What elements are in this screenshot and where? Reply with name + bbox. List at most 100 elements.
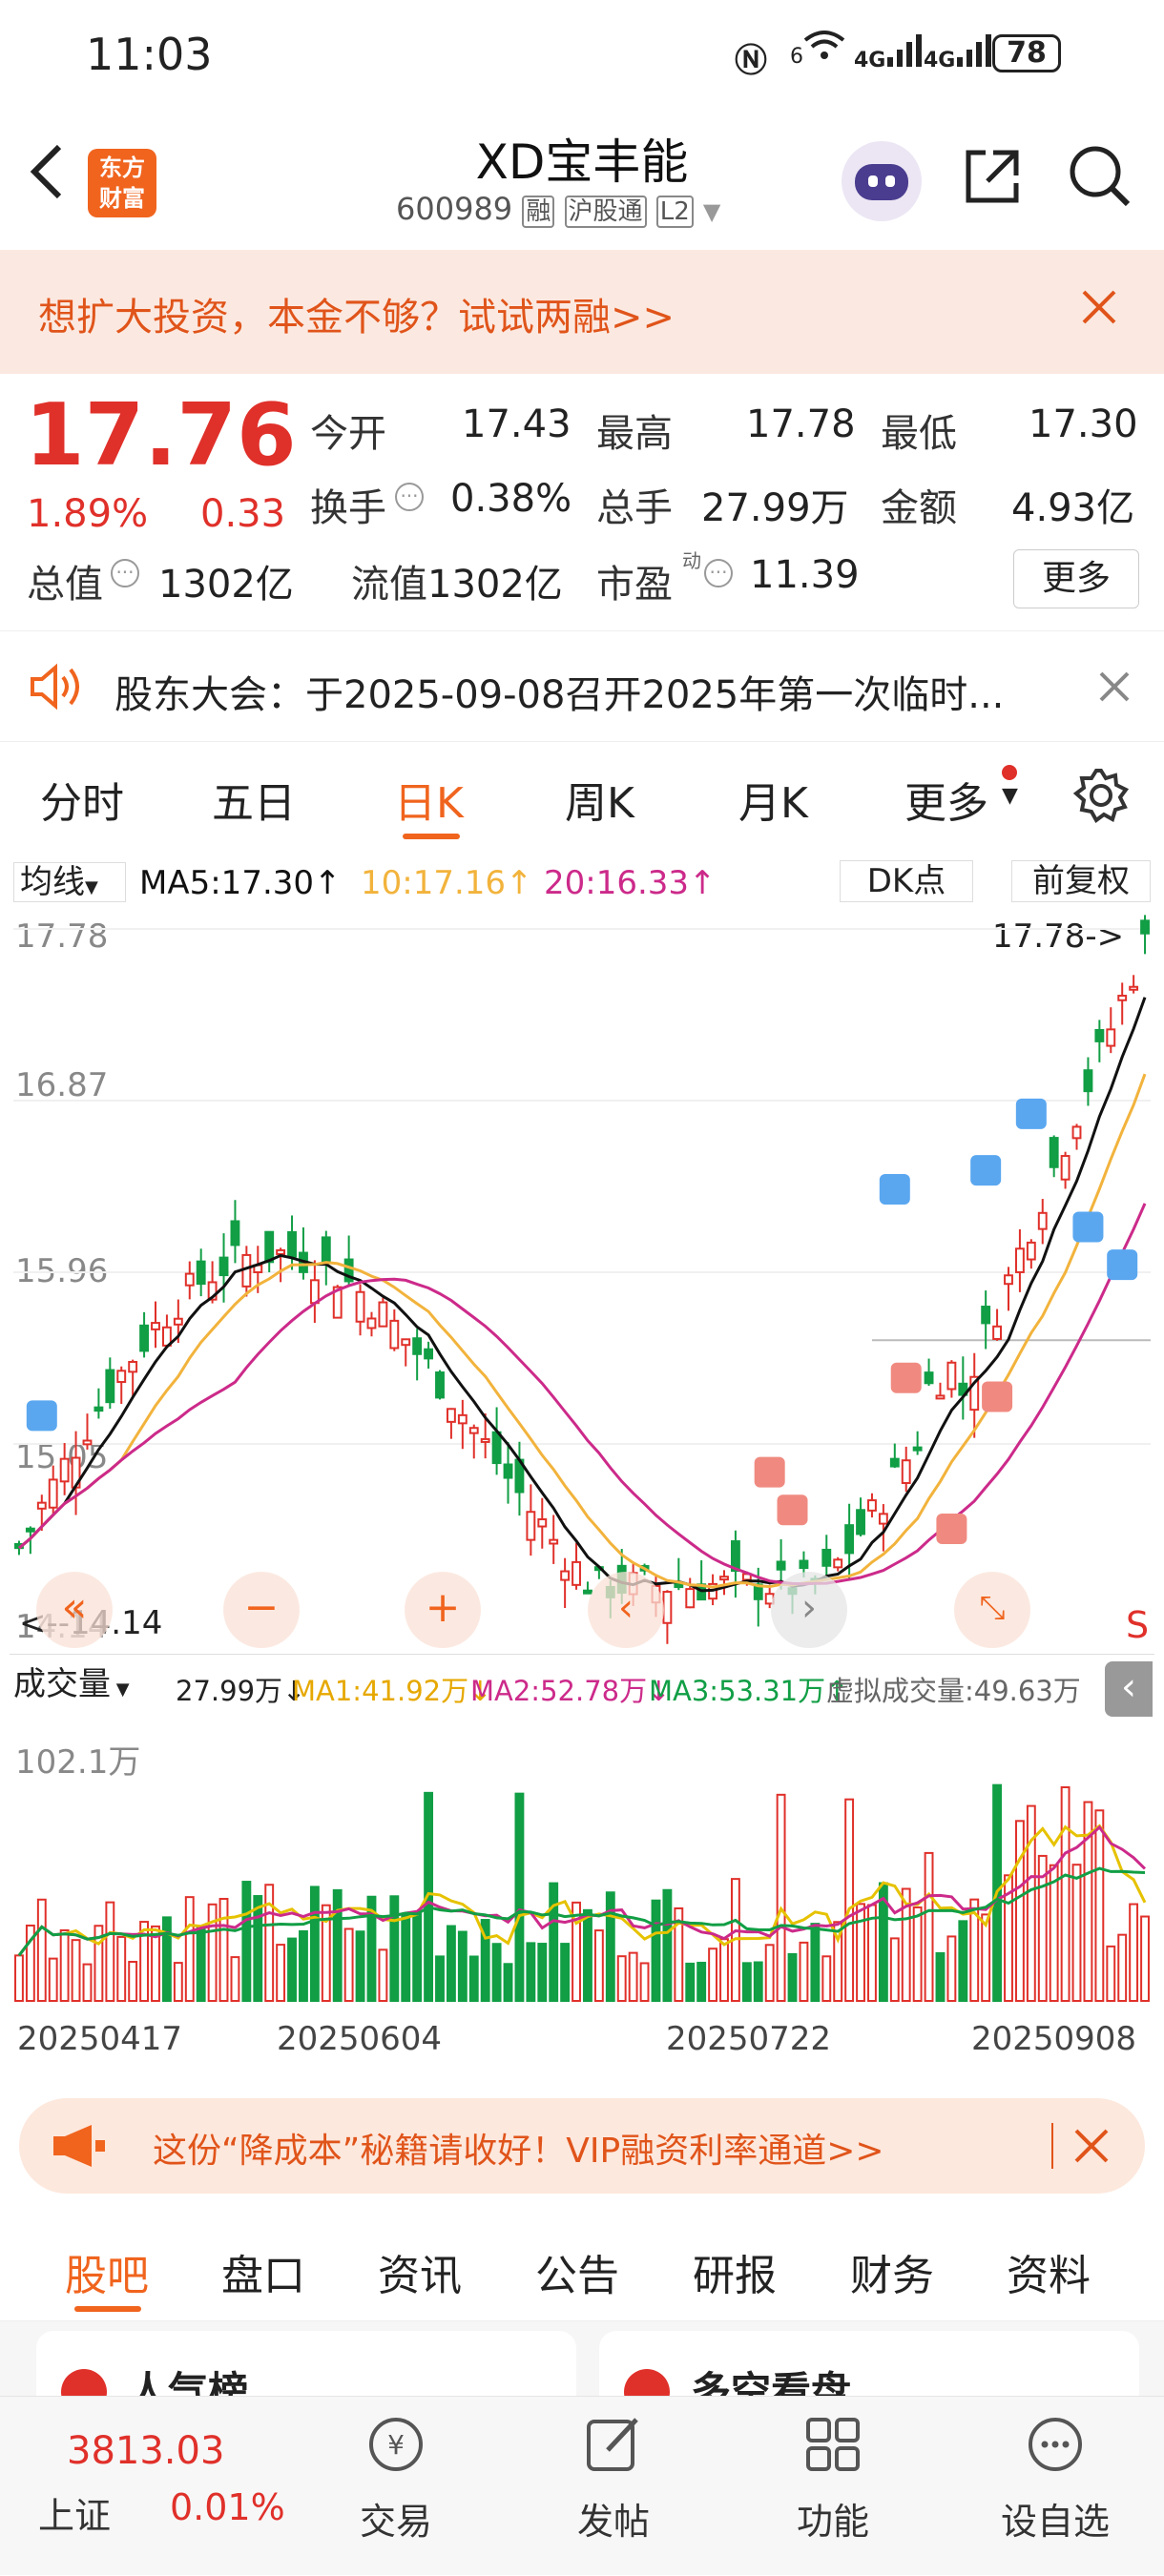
app-logo[interactable]: 东方 财富	[88, 149, 156, 217]
volume-bar	[48, 1957, 58, 2003]
svg-text:¥: ¥	[387, 2429, 405, 2461]
volume-plot[interactable]	[13, 1719, 1151, 2020]
popularity-card[interactable]: 人气榜	[36, 2331, 576, 2396]
change-amount: 0.33	[200, 492, 286, 536]
candle-body	[1106, 1028, 1116, 1047]
kline-plot[interactable]	[13, 910, 1151, 1682]
tab-order-book[interactable]: 盘口	[221, 2241, 305, 2302]
tab-daily-k[interactable]: 日K	[394, 769, 464, 830]
volume-bar	[912, 1906, 923, 2002]
close-icon[interactable]	[1072, 2127, 1111, 2169]
candle-body	[25, 1527, 35, 1533]
candle-body	[924, 1371, 934, 1385]
info-icon[interactable]: ···	[111, 559, 139, 587]
volume-bar	[491, 1943, 502, 2002]
candle-body	[1037, 1211, 1048, 1230]
volume-bar	[457, 1930, 468, 2002]
volume-bar	[264, 1884, 275, 2002]
volume-bar	[1049, 1864, 1059, 2002]
tab-finance[interactable]: 财务	[850, 2241, 934, 2302]
tag-l2: L2	[655, 196, 694, 228]
vol-ma2-readout: MA2:52.78万↓	[470, 1675, 671, 1707]
volume-bar	[412, 1912, 423, 2003]
open-value: 17.43	[462, 402, 572, 446]
rewind-button[interactable]: «	[36, 1572, 113, 1648]
ma-selector[interactable]: 均线▼	[13, 862, 126, 902]
info-icon[interactable]: ···	[704, 559, 733, 587]
zoom-out-button[interactable]: −	[223, 1572, 300, 1648]
fullscreen-icon[interactable]: ⤡	[954, 1572, 1030, 1648]
back-icon[interactable]	[23, 141, 71, 199]
kline-chart-area[interactable]: 均线▼ MA5:17.30↑ 10:17.16↑ 20:16.33↑ DK点 前…	[0, 855, 1164, 2085]
mcap-label: 总值	[27, 563, 103, 607]
bull-bear-card[interactable]: 多空看盘	[599, 2331, 1139, 2396]
tab-profile[interactable]: 资料	[1007, 2241, 1091, 2302]
candle-body	[1071, 1125, 1082, 1140]
index-ticker[interactable]: 3813.03 上证 0.01%	[0, 2397, 296, 2576]
zoom-in-button[interactable]: +	[405, 1572, 481, 1648]
tab-forum[interactable]: 股吧	[65, 2241, 149, 2302]
tab-announcements[interactable]: 公告	[535, 2241, 619, 2302]
more-button[interactable]: 更多	[1013, 549, 1139, 608]
margin-promo-banner[interactable]: 想扩大投资，本金不够？试试两融>>	[0, 250, 1164, 374]
candle-body	[1094, 1028, 1105, 1042]
low-value: 17.30	[1029, 402, 1138, 446]
stock-header: 东方 财富 XD宝丰能 600989 融 沪股通 L2 ▼	[0, 114, 1164, 248]
volume-bar	[799, 1941, 809, 2002]
candle-body	[184, 1272, 195, 1287]
nav-post[interactable]: 发帖	[551, 2410, 676, 2572]
robot-avatar-icon[interactable]	[842, 141, 922, 221]
content-tabs: 股吧 盘口 资讯 公告 研报 财务 资料	[0, 2211, 1164, 2321]
candle-body	[321, 1236, 331, 1263]
tab-research[interactable]: 研报	[693, 2241, 777, 2302]
volume-bar	[253, 1895, 263, 2002]
volume-bar	[1060, 1786, 1070, 2002]
nav-functions-label: 功能	[796, 2501, 869, 2543]
nav-add-watchlist[interactable]: 设自选	[988, 2410, 1122, 2572]
candle-body	[468, 1427, 479, 1434]
candle-body	[685, 1588, 696, 1609]
ma-line	[18, 997, 1147, 1593]
nav-functions[interactable]: 功能	[771, 2410, 895, 2572]
candle-body	[1026, 1241, 1036, 1261]
volume-bar	[935, 1951, 946, 2002]
tab-news[interactable]: 资讯	[378, 2241, 462, 2302]
index-pct: 0.01%	[170, 2486, 285, 2528]
tab-monthly-k[interactable]: 月K	[738, 769, 808, 830]
close-icon[interactable]	[1097, 670, 1132, 708]
dk-point-button[interactable]: DK点	[840, 860, 973, 902]
volume-bar	[1140, 1915, 1150, 2002]
candle-body	[378, 1301, 388, 1328]
gear-icon[interactable]	[1072, 767, 1130, 828]
dropdown-icon[interactable]: ▼	[703, 198, 720, 225]
scroll-right-button[interactable]: ›	[771, 1572, 847, 1648]
float-value: 1302亿	[427, 563, 563, 607]
volume-bar	[616, 1955, 627, 2003]
tab-more[interactable]: 更多	[904, 769, 988, 830]
volume-selector[interactable]: 成交量 ▼	[13, 1663, 170, 1705]
volume-bar	[241, 1881, 252, 2003]
volume-bar	[856, 1903, 865, 2002]
x-tick: 20250908	[971, 2020, 1137, 2058]
tab-intraday[interactable]: 分时	[40, 769, 124, 830]
vip-ad-banner[interactable]: 这份“降成本”秘籍请收好！VIP融资利率通道>>	[19, 2098, 1145, 2194]
close-icon[interactable]	[1078, 286, 1120, 332]
volume-bar	[764, 1944, 775, 2003]
open-label: 今开	[310, 412, 386, 456]
high-label: 最高	[596, 412, 673, 456]
share-icon[interactable]	[959, 143, 1026, 214]
scroll-left-button[interactable]: ‹	[588, 1572, 664, 1648]
nav-post-label: 发帖	[576, 2501, 650, 2543]
notice-bar[interactable]: 股东大会：于2025-09-08召开2025年第一次临时...	[0, 631, 1164, 742]
collapse-panel-button[interactable]: ‹	[1105, 1661, 1153, 1717]
divider	[1051, 2123, 1053, 2169]
volume-bar	[924, 1851, 934, 2002]
volume-bar	[276, 1944, 286, 2003]
tab-five-day[interactable]: 五日	[212, 769, 296, 830]
volume-bar	[128, 1961, 138, 2003]
adjust-button[interactable]: 前复权	[1011, 860, 1151, 902]
info-icon[interactable]: ···	[395, 483, 424, 511]
nav-trade[interactable]: ¥ 交易	[334, 2410, 458, 2572]
tab-weekly-k[interactable]: 周K	[565, 769, 634, 830]
search-icon[interactable]	[1067, 143, 1133, 214]
